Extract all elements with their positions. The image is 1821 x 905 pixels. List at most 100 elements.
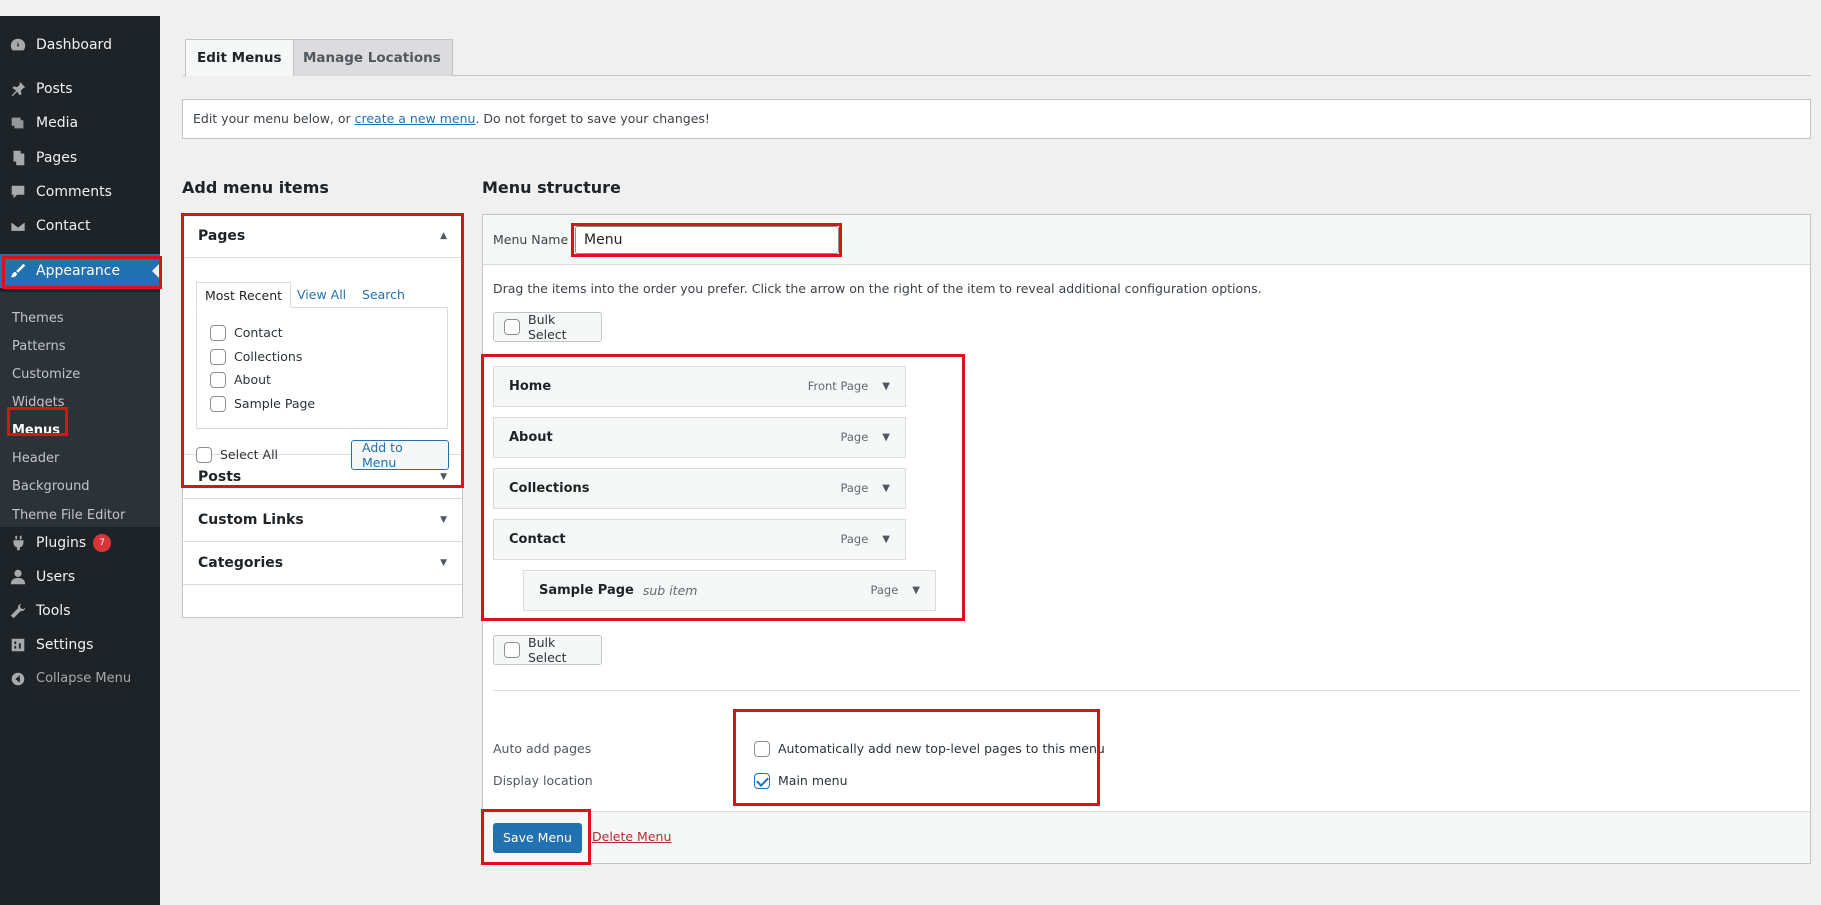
- submenu-item-theme-file-editor[interactable]: Theme File Editor: [12, 506, 125, 526]
- checkbox-checked[interactable]: [754, 772, 770, 789]
- menu-item-sample-page[interactable]: Sample Page sub item Page ▼: [523, 569, 936, 611]
- main-menu-location-option[interactable]: Main menu: [754, 772, 848, 790]
- page-option-label: Sample Page: [234, 396, 316, 411]
- menu-item-type: Page: [840, 430, 869, 444]
- add-menu-items-heading: Add menu items: [182, 177, 329, 197]
- menu-name-input[interactable]: Menu: [575, 225, 839, 254]
- dashboard-icon: [0, 36, 36, 54]
- menu-item-type: Page: [840, 532, 869, 546]
- sidebar-item-label: Posts: [36, 80, 73, 97]
- sidebar-item-label: Users: [36, 568, 76, 585]
- menu-item-title: About: [509, 429, 553, 445]
- tab-view-all[interactable]: View All: [297, 282, 346, 308]
- checkbox[interactable]: [754, 740, 770, 757]
- envelope-icon: [0, 217, 36, 235]
- categories-section-title: Categories: [198, 554, 284, 571]
- sidebar-item-users[interactable]: Users: [0, 560, 160, 594]
- auto-add-pages-option[interactable]: Automatically add new top-level pages to…: [754, 740, 1105, 758]
- tab-manage-locations[interactable]: Manage Locations: [291, 38, 453, 76]
- checkbox[interactable]: [210, 348, 226, 365]
- location-option-label: Main menu: [778, 773, 848, 788]
- submenu-item-menus[interactable]: Menus: [12, 421, 60, 441]
- auto-add-option-label: Automatically add new top-level pages to…: [778, 741, 1105, 756]
- page-option-collections[interactable]: Collections: [210, 348, 302, 366]
- user-icon: [0, 568, 36, 586]
- bulk-select-top[interactable]: Bulk Select: [493, 311, 602, 342]
- page-option-label: Contact: [234, 325, 283, 340]
- collapse-menu-button[interactable]: Collapse Menu: [0, 662, 160, 696]
- sidebar-item-contact[interactable]: Contact: [0, 209, 160, 243]
- sidebar-item-label: Media: [36, 114, 79, 131]
- custom-links-section-header[interactable]: Custom Links ▼: [183, 499, 462, 542]
- sidebar-item-plugins[interactable]: Plugins 7: [0, 526, 160, 560]
- expand-arrow-icon[interactable]: ▼: [882, 432, 890, 443]
- notice-text: Edit your menu below, or: [193, 111, 355, 126]
- expand-arrow-icon[interactable]: ▼: [882, 381, 890, 392]
- checkbox[interactable]: [504, 641, 520, 658]
- posts-section-title: Posts: [198, 468, 242, 485]
- submenu-item-background[interactable]: Background: [12, 477, 90, 497]
- submenu-item-themes[interactable]: Themes: [12, 309, 64, 329]
- expand-arrow-icon[interactable]: ▼: [882, 534, 890, 545]
- tab-most-recent[interactable]: Most Recent: [196, 281, 292, 308]
- sidebar-item-appearance[interactable]: Appearance: [0, 253, 160, 288]
- menu-item-contact[interactable]: Contact Page ▼: [493, 518, 906, 560]
- sidebar-item-posts[interactable]: Posts: [0, 72, 160, 106]
- menu-item-type: Page: [870, 583, 899, 597]
- media-icon: [0, 114, 36, 132]
- expand-arrow-icon: ▼: [440, 514, 447, 525]
- menu-item-collections[interactable]: Collections Page ▼: [493, 467, 906, 509]
- submenu-item-widgets[interactable]: Widgets: [12, 393, 65, 413]
- expand-arrow-icon: ▼: [440, 557, 447, 568]
- menu-item-home[interactable]: Home Front Page ▼: [493, 365, 906, 407]
- page-option-sample-page[interactable]: Sample Page: [210, 395, 315, 413]
- pages-section-header[interactable]: Pages ▲: [183, 215, 462, 258]
- expand-arrow-icon[interactable]: ▼: [882, 483, 890, 494]
- collapse-icon: [0, 670, 36, 688]
- pages-icon: [0, 149, 36, 167]
- tab-edit-menus[interactable]: Edit Menus: [185, 38, 294, 76]
- sidebar-item-settings[interactable]: Settings: [0, 628, 160, 662]
- settings-icon: [0, 636, 36, 654]
- sidebar-item-comments[interactable]: Comments: [0, 175, 160, 209]
- page-option-about[interactable]: About: [210, 371, 271, 389]
- sidebar-item-label: Tools: [36, 602, 71, 619]
- checkbox[interactable]: [210, 371, 226, 388]
- active-indicator: [152, 262, 160, 279]
- select-all-label: Select All: [220, 447, 279, 462]
- pages-checklist: Contact Collections About Sample Page: [196, 306, 448, 429]
- menu-settings-heading: Menu Settings: [0, 16, 1821, 34]
- submenu-item-customize[interactable]: Customize: [12, 365, 80, 385]
- plug-icon: [0, 534, 36, 552]
- submenu-item-patterns[interactable]: Patterns: [12, 337, 66, 357]
- page-option-label: Collections: [234, 349, 303, 364]
- sidebar-item-media[interactable]: Media: [0, 106, 160, 140]
- auto-add-label: Auto add pages: [493, 740, 592, 756]
- submenu-item-header[interactable]: Header: [12, 449, 59, 469]
- checkbox[interactable]: [210, 324, 226, 341]
- pages-section-title: Pages: [198, 227, 246, 244]
- bulk-select-label: Bulk Select: [528, 311, 567, 342]
- categories-section-header[interactable]: Categories ▼: [183, 542, 462, 585]
- sidebar-item-tools[interactable]: Tools: [0, 594, 160, 628]
- checkbox[interactable]: [504, 318, 520, 335]
- menu-item-type: Front Page: [807, 379, 869, 393]
- select-all-checkbox[interactable]: Select All: [196, 446, 278, 464]
- checkbox[interactable]: [196, 446, 212, 463]
- sidebar-item-dashboard[interactable]: Dashboard: [0, 28, 160, 62]
- checkbox[interactable]: [210, 395, 226, 412]
- sidebar-item-pages[interactable]: Pages: [0, 141, 160, 175]
- page-option-label: About: [234, 372, 271, 387]
- expand-arrow-icon[interactable]: ▼: [912, 585, 920, 596]
- menu-item-about[interactable]: About Page ▼: [493, 416, 906, 458]
- delete-menu-link[interactable]: Delete Menu: [592, 829, 671, 844]
- collapse-label: Collapse Menu: [36, 671, 132, 686]
- save-menu-button[interactable]: Save Menu: [493, 822, 582, 853]
- tab-search[interactable]: Search: [362, 282, 405, 308]
- bulk-select-bottom[interactable]: Bulk Select: [493, 634, 602, 665]
- page-option-contact[interactable]: Contact: [210, 324, 283, 342]
- paintbrush-icon: [0, 262, 36, 280]
- create-menu-link[interactable]: create a new menu: [355, 111, 476, 126]
- add-to-menu-button[interactable]: Add to Menu: [351, 439, 449, 470]
- admin-sidebar: Dashboard Posts Media Pages Comments Con…: [0, 15, 160, 905]
